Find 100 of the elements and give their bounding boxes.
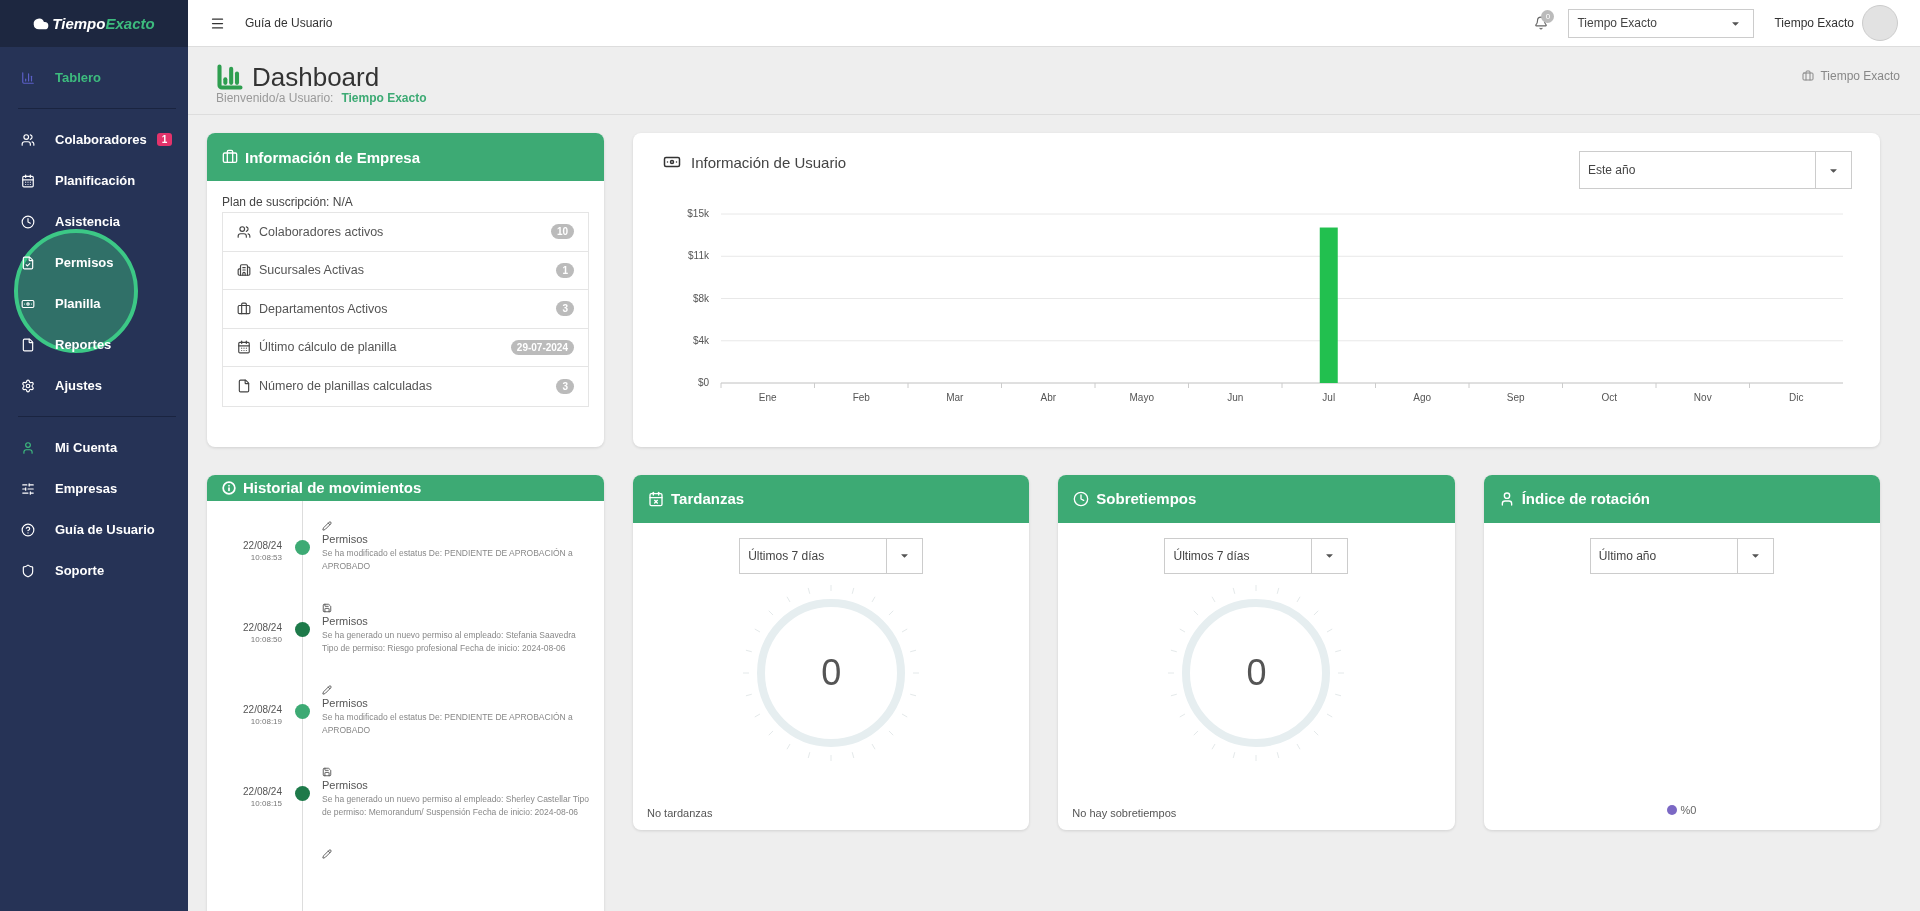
sidebar-item[interactable]: Soporte xyxy=(18,550,176,591)
briefcase-icon xyxy=(237,301,251,316)
entry-title: Permisos xyxy=(322,533,369,545)
entry-date: 22/08/24 xyxy=(242,540,282,551)
entry-time: 10:08:15 xyxy=(249,799,282,808)
axis-label: Abr xyxy=(1040,392,1057,403)
empty-message: No hay sobretiempos xyxy=(1072,806,1177,819)
axis-label: Dic xyxy=(1789,392,1804,403)
save-icon xyxy=(322,767,332,777)
axis-label: Jul xyxy=(1322,392,1336,403)
empty-message: No tardanzas xyxy=(647,806,713,819)
card-title: Tardanzas xyxy=(671,490,745,507)
entry-date: 22/08/24 xyxy=(242,786,282,797)
legend-label: %0 xyxy=(1680,803,1697,816)
file-icon xyxy=(21,337,35,352)
count-badge: 10 xyxy=(550,224,574,240)
welcome-text: Bienvenido/a Usuario: Tiempo Exacto xyxy=(216,91,427,105)
sidebar-item[interactable]: Tablero xyxy=(18,57,176,98)
sidebar-item[interactable]: Colaboradores 1 xyxy=(18,119,176,160)
period-select[interactable]: Últimos 7 días xyxy=(1164,537,1349,574)
entry-description: Se ha modificado el estatus De: PENDIENTE DE APROBACIÓN a APROBADO xyxy=(322,547,574,574)
axis-label: $0 xyxy=(697,377,709,388)
entry-date: 22/08/24 xyxy=(242,622,282,633)
shield-icon xyxy=(21,563,35,578)
document-icon xyxy=(21,255,35,270)
axis-label: Mayo xyxy=(1129,392,1154,403)
entry-title: Permisos xyxy=(322,779,369,791)
entry-time: 10:08:19 xyxy=(249,717,282,726)
card-title: Información de Empresa xyxy=(245,148,421,166)
sidebar-item[interactable]: Guía de Usuario xyxy=(18,509,176,550)
company-select[interactable]: Tiempo Exacto xyxy=(1568,8,1755,38)
card-title: Sobretiempos xyxy=(1096,490,1197,507)
card-title: Historial de movimientos xyxy=(243,479,422,497)
period-select[interactable]: Últimos 7 días xyxy=(739,537,924,574)
bar-chart-icon xyxy=(21,70,35,85)
briefcase-icon xyxy=(1802,70,1815,82)
count-badge: 1 xyxy=(556,262,574,278)
axis-label: Sep xyxy=(1506,392,1525,403)
calendar-icon xyxy=(21,173,35,188)
menu-icon[interactable] xyxy=(210,15,225,31)
calendar-x-icon xyxy=(648,490,664,507)
axis-label: Nov xyxy=(1693,392,1712,403)
sidebar-item[interactable]: Asistencia xyxy=(18,201,176,242)
card-title: Información de Usuario xyxy=(691,153,847,171)
users-icon xyxy=(237,224,251,239)
sidebar-item[interactable]: Permisos xyxy=(18,242,176,283)
axis-label: $15k xyxy=(687,208,709,219)
info-label: Sucursales Activas xyxy=(259,263,364,278)
axis-label: Jun xyxy=(1227,392,1244,403)
sliders-icon xyxy=(21,481,35,496)
count-badge: 1 xyxy=(156,133,173,146)
count-badge: 3 xyxy=(556,301,574,317)
axis-label: $11k xyxy=(688,250,709,262)
help-icon xyxy=(21,522,35,537)
entry-description: Se ha generado un nuevo permiso al empleado: Stefania Saavedra Tipo de permiso: Riesgo profesional Fecha de inicio: 2024-08-06 xyxy=(322,629,577,656)
sidebar-item[interactable]: Planificación xyxy=(18,160,176,201)
save-icon xyxy=(322,603,332,613)
logo-text: TiempoExacto xyxy=(52,15,155,32)
entry-time: 10:08:53 xyxy=(249,553,282,562)
pencil-icon xyxy=(322,849,332,859)
sidebar-item[interactable]: Reportes xyxy=(18,324,176,365)
period-select[interactable]: Último año xyxy=(1589,537,1774,574)
axis-label: $4k xyxy=(692,334,709,346)
axis-label: Mar xyxy=(946,392,964,403)
axis-label: Ene xyxy=(758,392,777,403)
sidebar-item[interactable]: Planilla xyxy=(18,283,176,324)
axis-label: $8k xyxy=(692,292,709,304)
entry-title: Permisos xyxy=(322,615,369,627)
entry-title: Permisos xyxy=(322,697,369,709)
file-icon xyxy=(237,379,251,394)
info-label: Departamentos Activos xyxy=(259,301,388,316)
briefcase-icon xyxy=(222,149,238,165)
clock-icon xyxy=(21,214,35,229)
sidebar-item[interactable]: Empresas xyxy=(18,468,176,509)
info-label: Número de planillas calculadas xyxy=(259,379,432,394)
bar-chart-icon xyxy=(216,63,244,91)
entry-description: Se ha modificado el estatus De: PENDIENTE DE APROBACIÓN a APROBADO xyxy=(322,711,574,738)
clock-icon xyxy=(1073,490,1090,507)
count-badge: 3 xyxy=(556,378,574,394)
entry-time: 10:08:50 xyxy=(249,635,282,644)
info-label: Colaboradores activos xyxy=(259,224,384,239)
gauge-value: 0 xyxy=(1246,651,1267,694)
user-guide-link[interactable]: Guía de Usuario xyxy=(245,16,333,30)
axis-label: Oct xyxy=(1601,392,1618,403)
sidebar-item[interactable]: Ajustes xyxy=(18,365,176,406)
settings-icon xyxy=(21,378,35,393)
count-badge: 29-07-2024 xyxy=(510,339,574,355)
building-icon xyxy=(237,263,251,278)
user-icon xyxy=(21,440,35,455)
info-icon xyxy=(222,480,236,495)
entry-description: Se ha generado un nuevo permiso al empleado: Sherley Castellar Tipo de permiso: Memorandum/ Suspensión Fecha de inicio: 2024-08-06 xyxy=(322,793,590,820)
sidebar-item[interactable]: Mi Cuenta xyxy=(18,427,176,468)
gauge-value: 0 xyxy=(821,651,842,694)
axis-label: Feb xyxy=(852,392,870,403)
pencil-icon xyxy=(322,685,332,695)
users-icon xyxy=(21,132,35,147)
user-name: Tiempo Exacto xyxy=(1774,16,1854,30)
bell-icon[interactable] xyxy=(1534,16,1549,30)
entry-date: 22/08/24 xyxy=(242,704,282,715)
period-select[interactable]: Este año xyxy=(1579,151,1852,189)
